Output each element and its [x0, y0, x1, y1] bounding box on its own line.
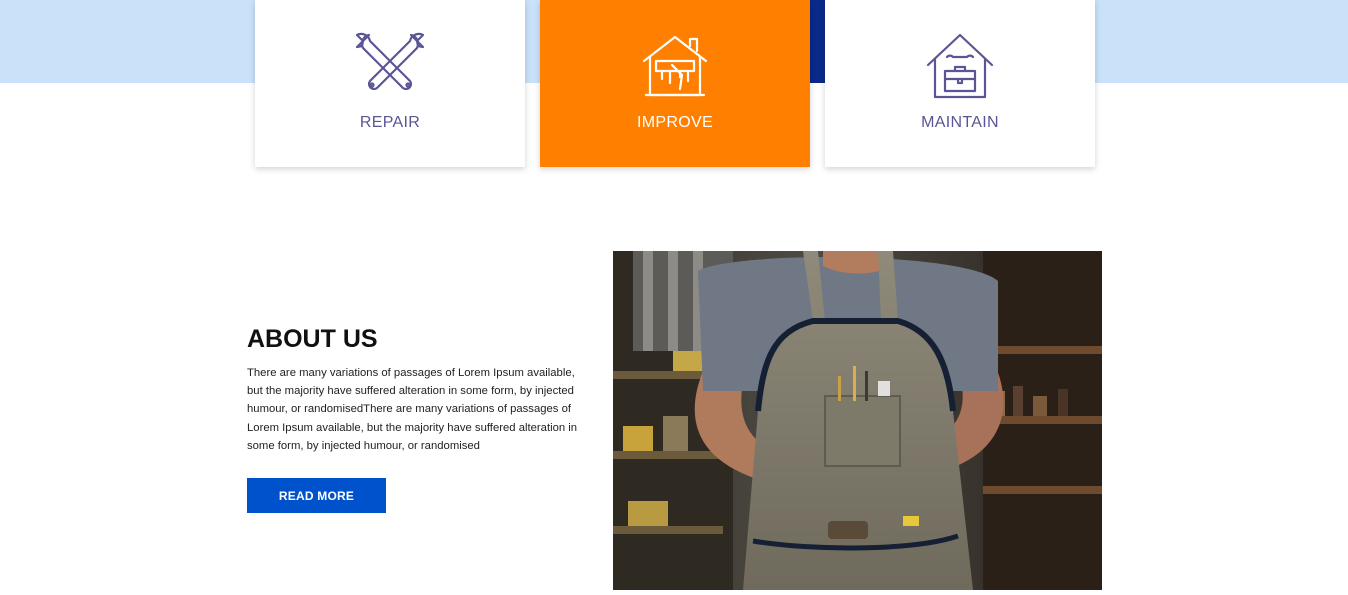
craftsman-photo: [613, 251, 1102, 590]
service-card-improve[interactable]: IMPROVE: [540, 0, 810, 167]
hero-dark-strip: [810, 0, 825, 83]
service-card-repair[interactable]: REPAIR: [255, 0, 525, 167]
about-description: There are many variations of passages of…: [247, 367, 578, 452]
house-toolbox-icon: [926, 33, 994, 99]
house-paint-icon: [642, 35, 708, 97]
read-more-button[interactable]: READ MORE: [247, 478, 386, 513]
about-title: ABOUT US: [247, 325, 378, 353]
service-label-maintain: MAINTAIN: [921, 114, 999, 131]
service-card-maintain[interactable]: MAINTAIN: [825, 0, 1095, 167]
service-label-improve: IMPROVE: [637, 114, 713, 131]
service-label-repair: REPAIR: [359, 114, 421, 131]
tools-icon: [355, 32, 425, 91]
